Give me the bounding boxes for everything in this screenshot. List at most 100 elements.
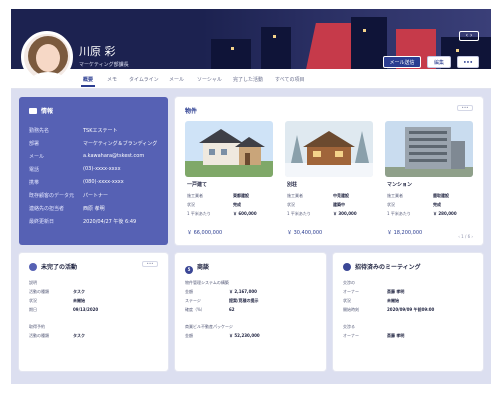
info-key: 部署 [29, 141, 40, 147]
property-row: 施工業者 中見建設 [287, 193, 373, 202]
activity-key: 状況 [29, 298, 37, 303]
meetings-card: 招待済みのミーティング 交渉の オーナー 斎藤 孝明 状況 未開始 開始時刻 2020… [333, 253, 483, 371]
deal-value: 62 [229, 307, 235, 312]
record-page: 川原 彩 マーケティング部課長 ‹ › メール送信 編集 ••• 概要 メモ タ… [11, 9, 491, 384]
deal-value: 提案/見積の提示 [229, 298, 259, 303]
info-key: メール [29, 154, 45, 160]
property-row: 1 平米あたり ￥ 600,000 [187, 211, 273, 220]
banner-window [231, 47, 234, 50]
banner-window [363, 29, 366, 32]
deal-key: 確度（%） [185, 307, 205, 312]
property-row: 1 平米あたり ￥ 280,000 [387, 211, 473, 220]
tab-timeline[interactable]: タイムライン [129, 76, 159, 83]
tab-email[interactable]: メール [169, 76, 184, 83]
activities-more-button[interactable]: ••• [142, 261, 158, 267]
info-card-title: 情報 [29, 106, 53, 115]
property-value: ￥ 280,000 [433, 211, 457, 216]
meeting-value: 2020/09/09 午前09:00 [387, 307, 435, 312]
properties-card: 物件 ••• 一戸建て 施工業者 東都建設 状況 完成 1 平米あたり ￥ 60… [175, 97, 483, 245]
activity-value: 未開始 [73, 298, 85, 303]
property-value: 東都建設 [233, 193, 249, 198]
activity-key: 活動の種類 [29, 333, 49, 338]
property-price: ￥ 30,400,000 [287, 230, 323, 236]
tab-completed-activities[interactable]: 完了した活動 [233, 76, 263, 83]
deal-key: ステージ [185, 298, 201, 303]
meeting-key: オーナー [343, 289, 359, 294]
meeting-value: 斎藤 孝明 [387, 333, 405, 338]
meeting-value: 未開始 [387, 298, 399, 303]
properties-pager[interactable]: ‹ 1 / 6 › [458, 234, 473, 239]
meeting-group-label[interactable]: 交渉の [343, 280, 355, 286]
info-title-text: 情報 [41, 108, 54, 115]
apartment-image [385, 127, 473, 177]
property-name: 別荘 [287, 182, 298, 188]
property-image [385, 121, 473, 177]
record-nav-arrows[interactable]: ‹ › [459, 31, 479, 41]
tab-bar: 概要 メモ タイムライン メール ソーシャル 完了した活動 すべての項目 [11, 69, 491, 89]
property-value: 建築中 [333, 202, 345, 207]
more-actions-button[interactable]: ••• [457, 56, 479, 68]
property-key: 施工業者 [287, 193, 303, 198]
tab-social[interactable]: ソーシャル [197, 76, 222, 83]
owner-link[interactable]: 西原 孝明 [83, 205, 105, 212]
activity-key: 期日 [29, 307, 37, 312]
deal-value: ￥ 2,167,000 [229, 289, 257, 294]
properties-title: 物件 [185, 108, 198, 115]
send-email-button[interactable]: メール送信 [383, 56, 421, 68]
meeting-icon [343, 263, 351, 271]
activity-group-label: 説明 [29, 280, 37, 285]
info-value: マーケティング＆ブランディング [83, 141, 158, 147]
property-key: 状況 [287, 202, 295, 207]
edit-button[interactable]: 編集 [427, 56, 451, 68]
avatar [21, 31, 73, 83]
contact-role: マーケティング部課長 [79, 62, 129, 68]
info-key: 連絡先の担当者 [29, 206, 65, 212]
property-row: 施工業者 東都建設 [187, 193, 273, 202]
tab-notes[interactable]: メモ [107, 76, 117, 83]
property-value: 完成 [233, 202, 241, 207]
property-details: 施工業者 鹿取建設 状況 完成 1 平米あたり ￥ 280,000 [387, 193, 473, 220]
info-value: 2020/04/27 午後 6:49 [83, 219, 137, 225]
property-key: 施工業者 [187, 193, 203, 198]
meeting-group-label[interactable]: 交渉る [343, 324, 355, 330]
tab-overview[interactable]: 概要 [80, 76, 96, 87]
mobile-link[interactable]: (080)-xxxx-xxxx [83, 179, 124, 185]
info-key: 勤務先名 [29, 128, 50, 134]
property-row: 状況 建築中 [287, 202, 373, 211]
deal-group-label[interactable]: 物件管理システムの構築 [185, 280, 229, 286]
info-value: パートナー [83, 193, 109, 199]
property-row: 状況 完成 [187, 202, 273, 211]
property-key: 状況 [187, 202, 195, 207]
property-value: ￥ 600,000 [233, 211, 257, 216]
deals-count-badge: 5 [185, 266, 193, 274]
activities-title-text: 未完了の活動 [41, 264, 78, 271]
banner-window [456, 49, 459, 52]
info-key: 最終更新日 [29, 219, 55, 225]
info-key: 携帯 [29, 180, 40, 186]
info-value: TSKエステート [83, 128, 118, 134]
meetings-title-text: 招待済みのミーティング [355, 264, 421, 271]
banner-window [273, 35, 276, 38]
activity-icon [29, 263, 37, 271]
properties-more-button[interactable]: ••• [457, 105, 473, 111]
property-value: 中見建設 [333, 193, 349, 198]
contact-name: 川原 彩 [79, 45, 116, 58]
email-link[interactable]: a.kawahara@tskest.com [83, 153, 144, 159]
activity-group-label: 取得予約 [29, 324, 45, 329]
open-activities-card: 未完了の活動 ••• 説明 活動の種類 タスク 状況 未開始 期日 09/13/202… [19, 253, 168, 371]
activity-value: 09/13/2020 [73, 307, 99, 312]
deals-card-title: 5 商談 [185, 262, 209, 274]
deal-group-label[interactable]: 商業ビル不動産パッケージ [185, 324, 233, 330]
property-details: 施工業者 東都建設 状況 完成 1 平米あたり ￥ 600,000 [187, 193, 273, 220]
property-name: マンション [387, 182, 413, 188]
activities-card-title: 未完了の活動 [29, 262, 77, 271]
property-key: 状況 [387, 202, 395, 207]
property-key: 1 平米あたり [387, 211, 411, 216]
house-image [185, 129, 273, 177]
tab-all-fields[interactable]: すべての項目 [275, 76, 304, 83]
phone-link[interactable]: (03)-xxxx-xxxx [83, 166, 121, 172]
property-value: 完成 [433, 202, 441, 207]
property-value: ￥ 300,000 [333, 211, 357, 216]
property-name: 一戸建て [187, 182, 208, 188]
meetings-card-title: 招待済みのミーティング [343, 262, 421, 271]
